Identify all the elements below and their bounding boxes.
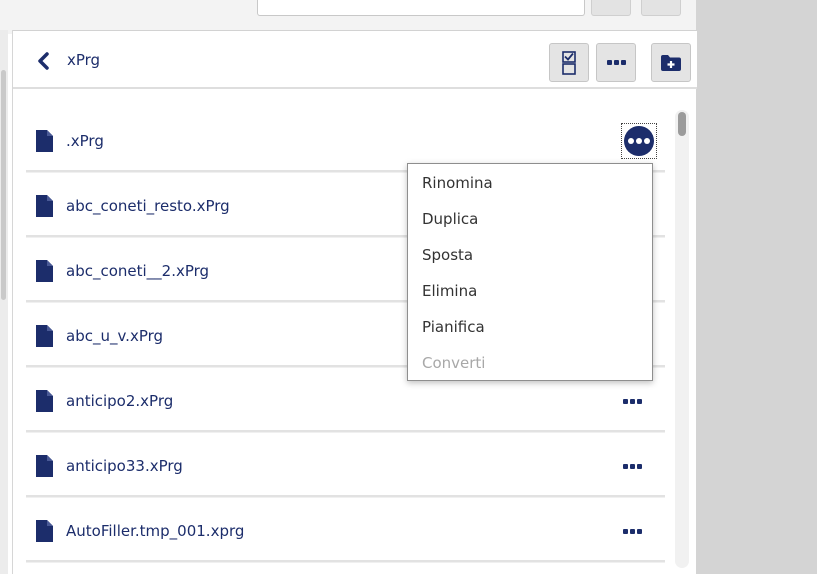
new-folder-button[interactable] bbox=[651, 43, 691, 82]
file-icon bbox=[36, 455, 53, 477]
list-item[interactable]: AutoFiller.tmp_001.xprg bbox=[26, 501, 665, 562]
checklist-icon bbox=[562, 50, 576, 75]
more-options-button[interactable] bbox=[596, 43, 636, 82]
menu-item-rename[interactable]: Rinomina bbox=[422, 174, 493, 192]
file-icon bbox=[36, 260, 53, 282]
list-item[interactable]: anticipo33.xPrg bbox=[26, 436, 665, 497]
file-icon bbox=[36, 325, 53, 347]
more-horizontal-icon bbox=[622, 528, 642, 534]
file-more-button[interactable] bbox=[618, 522, 646, 540]
folder-title: xPrg bbox=[67, 51, 101, 69]
more-horizontal-icon bbox=[622, 463, 642, 469]
select-mode-button[interactable] bbox=[549, 43, 589, 82]
file-name: AutoFiller.tmp_001.xprg bbox=[66, 522, 245, 540]
file-name: abc_coneti_resto.xPrg bbox=[66, 197, 230, 215]
top-toolbar bbox=[0, 0, 696, 34]
search-button[interactable] bbox=[591, 0, 631, 16]
panel-header: xPrg bbox=[13, 30, 697, 89]
file-more-button[interactable] bbox=[618, 457, 646, 475]
file-name: anticipo33.xPrg bbox=[66, 457, 183, 475]
file-more-button[interactable] bbox=[621, 123, 657, 159]
file-icon bbox=[36, 520, 53, 542]
file-icon bbox=[36, 130, 53, 152]
right-side-area bbox=[696, 0, 817, 574]
menu-item-delete[interactable]: Elimina bbox=[422, 282, 477, 300]
list-scrollbar-thumb[interactable] bbox=[678, 112, 686, 136]
file-name: abc_u_v.xPrg bbox=[66, 327, 164, 345]
file-icon bbox=[36, 390, 53, 412]
file-name: anticipo2.xPrg bbox=[66, 392, 174, 410]
menu-item-schedule[interactable]: Pianifica bbox=[422, 318, 485, 336]
file-name: .xPrg bbox=[66, 132, 104, 150]
more-horizontal-icon bbox=[606, 60, 626, 65]
menu-item-convert: Converti bbox=[422, 354, 486, 372]
file-more-button[interactable] bbox=[618, 392, 646, 410]
file-name: abc_coneti__2.xPrg bbox=[66, 262, 210, 280]
file-icon bbox=[36, 195, 53, 217]
menu-item-move[interactable]: Sposta bbox=[422, 246, 473, 264]
filter-button[interactable] bbox=[641, 0, 681, 16]
back-button[interactable] bbox=[33, 50, 53, 72]
more-horizontal-icon bbox=[624, 126, 654, 156]
menu-item-duplicate[interactable]: Duplica bbox=[422, 210, 478, 228]
outer-scrollbar[interactable] bbox=[0, 30, 8, 574]
more-horizontal-icon bbox=[622, 398, 642, 404]
outer-scrollbar-thumb[interactable] bbox=[1, 70, 6, 300]
context-menu: Rinomina Duplica Sposta Elimina Pianific… bbox=[407, 163, 653, 381]
chevron-left-icon bbox=[38, 52, 49, 70]
list-scrollbar[interactable] bbox=[675, 110, 689, 568]
folder-plus-icon bbox=[661, 54, 681, 71]
search-input[interactable] bbox=[257, 0, 585, 16]
